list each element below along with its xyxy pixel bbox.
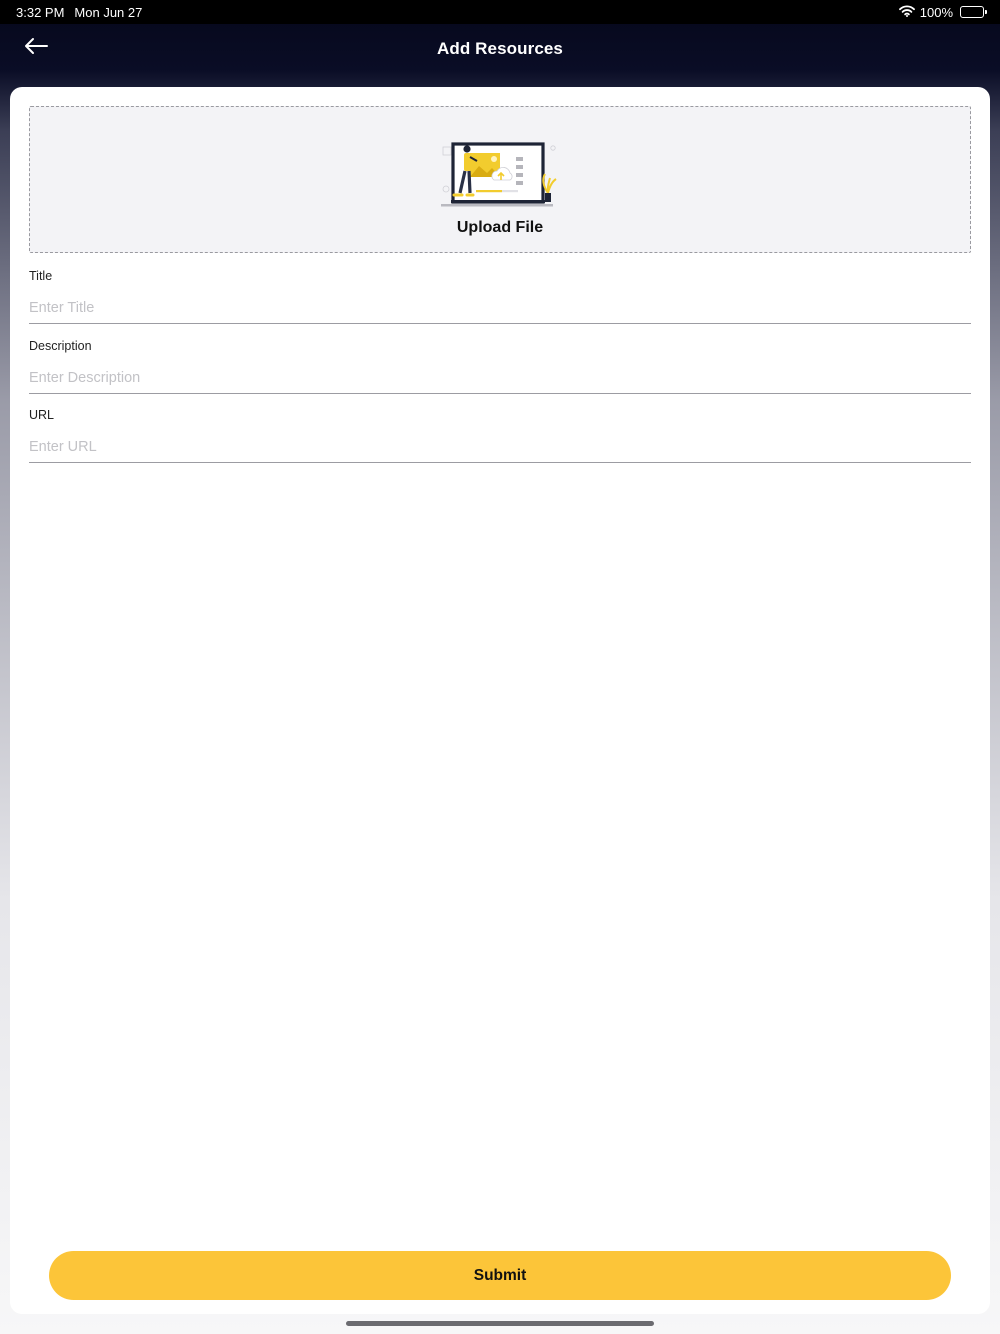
title-field: Title xyxy=(29,267,971,324)
home-indicator[interactable] xyxy=(346,1321,654,1326)
title-input[interactable] xyxy=(29,298,971,324)
title-label: Title xyxy=(29,269,53,283)
wifi-icon xyxy=(898,4,915,20)
status-time: 3:32 PM xyxy=(16,4,65,20)
url-label: URL xyxy=(29,408,55,422)
url-input[interactable] xyxy=(29,437,971,463)
submit-button[interactable]: Submit xyxy=(49,1251,951,1300)
description-input[interactable] xyxy=(29,368,971,394)
upload-file-label: Upload File xyxy=(456,219,544,236)
battery-icon xyxy=(960,6,987,18)
upload-file-dropzone[interactable]: Upload File xyxy=(29,106,971,253)
form-card: Upload File Title Description URL Submit xyxy=(10,87,990,1314)
status-bar: 3:32 PM Mon Jun 27 100% xyxy=(0,0,1000,24)
description-label: Description xyxy=(29,339,92,353)
back-button[interactable] xyxy=(22,36,50,60)
upload-illustration-icon xyxy=(441,142,557,207)
status-date: Mon Jun 27 xyxy=(74,4,143,20)
battery-percent: 100% xyxy=(919,4,953,20)
description-field: Description xyxy=(29,337,971,394)
page-title: Add Resources xyxy=(436,39,563,58)
arrow-left-icon xyxy=(24,37,48,60)
status-right: 100% xyxy=(898,4,987,20)
url-field: URL xyxy=(29,406,971,463)
nav-bar: Add Resources xyxy=(0,24,1000,74)
